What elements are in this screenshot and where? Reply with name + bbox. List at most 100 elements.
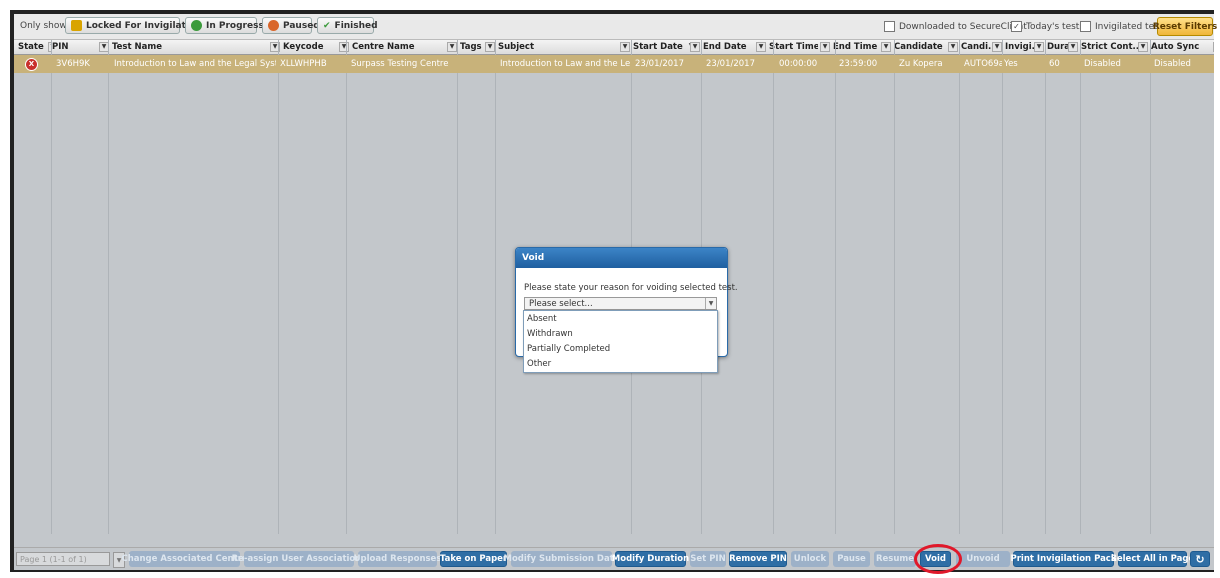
filter-in-progress-button[interactable]: In Progress bbox=[185, 17, 264, 34]
check-icon: ✔ bbox=[323, 20, 331, 31]
grid-divider bbox=[773, 40, 774, 534]
col-pin[interactable]: PIN bbox=[52, 40, 104, 54]
reset-filters-button[interactable]: Reset Filters bbox=[1153, 17, 1217, 36]
set-pin-button[interactable]: Set PIN bbox=[690, 551, 726, 567]
modify-date-button[interactable]: Modify Submission Date bbox=[503, 551, 620, 567]
filter-dropdown-icon[interactable]: ▼ bbox=[1068, 42, 1078, 52]
col-centre[interactable]: ▼ Centre Name bbox=[339, 40, 454, 54]
pause-button[interactable]: Pause bbox=[833, 551, 870, 567]
col-pin-label: PIN bbox=[52, 42, 69, 52]
pause-icon bbox=[268, 20, 279, 31]
filter-paused-button[interactable]: Paused bbox=[262, 17, 320, 34]
grid-divider bbox=[346, 40, 347, 534]
grid-divider bbox=[631, 40, 632, 534]
col-subject-label: Subject bbox=[498, 42, 535, 52]
todays-tests-checkbox-box[interactable]: ✓ bbox=[1011, 21, 1022, 32]
col-test-name[interactable]: ▼ Test Name bbox=[99, 40, 279, 54]
col-strict-label: Strict Cont... bbox=[1081, 42, 1138, 52]
col-invigilated-label: Invigi... bbox=[1005, 42, 1034, 52]
remove-pin-button[interactable]: Remove PIN bbox=[729, 551, 787, 567]
downloaded-checkbox-box[interactable] bbox=[884, 21, 895, 32]
grid-divider bbox=[894, 40, 895, 534]
grid-header: State▼ PIN ▼Test Name ▼Keycode ▼Centre N… bbox=[14, 40, 1214, 55]
grid-divider bbox=[835, 40, 836, 534]
select-all-in-page-button[interactable]: Select All in Page bbox=[1111, 551, 1194, 567]
col-subject[interactable]: ▼ Subject bbox=[485, 40, 620, 54]
filter-dropdown-icon[interactable]: ▼ bbox=[820, 42, 830, 52]
col-state-label: State bbox=[18, 42, 44, 52]
filter-dropdown-icon[interactable]: ▼ bbox=[485, 42, 495, 52]
play-icon bbox=[191, 20, 202, 31]
modify-duration-button[interactable]: Modify Duration bbox=[612, 551, 689, 567]
filter-dropdown-icon[interactable]: ▼ bbox=[992, 42, 1002, 52]
lock-users-icon bbox=[71, 20, 82, 31]
change-centre-button[interactable]: Change Associated Centre bbox=[121, 551, 248, 567]
test-name-cell: Introduction to Law and the Legal System… bbox=[114, 59, 276, 69]
filter-dropdown-icon[interactable]: ▼ bbox=[690, 42, 700, 52]
filter-paused-label: Paused bbox=[283, 20, 320, 31]
col-candidate[interactable]: ▼ Candidate bbox=[881, 40, 944, 54]
auto-sync-cell: Disabled bbox=[1154, 59, 1191, 69]
col-candidate-ref-label: Candi... bbox=[961, 42, 992, 52]
downloaded-label: Downloaded to SecureClient bbox=[899, 21, 1027, 32]
filter-dropdown-icon[interactable]: ▼ bbox=[620, 42, 630, 52]
take-on-paper-button[interactable]: Take on Paper bbox=[440, 551, 507, 567]
col-start-time[interactable]: ▼ Start Time bbox=[756, 40, 818, 54]
col-end-time[interactable]: ▼ End Time bbox=[820, 40, 878, 54]
void-button[interactable]: Void bbox=[920, 551, 951, 567]
keycode-cell: XLLWHPHB bbox=[280, 59, 327, 69]
pin-cell: 3V6H9K bbox=[56, 59, 91, 69]
refresh-icon[interactable]: ↻ bbox=[1190, 551, 1210, 567]
unvoid-button[interactable]: Unvoid bbox=[956, 551, 1010, 567]
todays-tests-label: Today's tests bbox=[1026, 21, 1085, 32]
resume-button[interactable]: Resume bbox=[874, 551, 916, 567]
filter-finished-label: Finished bbox=[334, 20, 378, 31]
filter-locked-button[interactable]: Locked For Invigilator bbox=[65, 17, 197, 34]
col-keycode-label: Keycode bbox=[283, 42, 324, 52]
col-tags[interactable]: ▼ Tags bbox=[447, 40, 487, 54]
col-invigilated[interactable]: ▼Invigi... bbox=[992, 40, 1034, 54]
start-time-cell: 00:00:00 bbox=[779, 59, 818, 69]
grid-divider bbox=[701, 40, 702, 534]
invigilated-checkbox-box[interactable] bbox=[1080, 21, 1091, 32]
col-candidate-ref[interactable]: ▼Candi... bbox=[948, 40, 992, 54]
col-state[interactable]: State▼ bbox=[18, 40, 52, 54]
col-keycode[interactable]: ▼ Keycode bbox=[270, 40, 340, 54]
grid-divider bbox=[495, 40, 496, 534]
table-row[interactable]: X 3V6H9K Introduction to Law and the Leg… bbox=[14, 55, 1214, 73]
grid-divider bbox=[959, 40, 960, 534]
grid-divider bbox=[1080, 40, 1081, 534]
filter-locked-label: Locked For Invigilator bbox=[86, 20, 197, 31]
print-invigilation-pack-button[interactable]: Print Invigilation Pack bbox=[1011, 551, 1117, 567]
reassign-button[interactable]: Re-assign User Associations bbox=[232, 551, 366, 567]
filter-dropdown-icon[interactable]: ▼ bbox=[1213, 42, 1214, 52]
grid-divider bbox=[108, 40, 109, 534]
invigilated-cell: Yes bbox=[1004, 59, 1018, 69]
col-strict[interactable]: ▼ Strict Cont... bbox=[1068, 40, 1138, 54]
filter-dropdown-icon[interactable]: ▼ bbox=[756, 42, 766, 52]
filter-dropdown-icon[interactable]: ▼ bbox=[881, 42, 891, 52]
col-test-name-label: Test Name bbox=[112, 42, 162, 52]
end-date-cell: 23/01/2017 bbox=[706, 59, 755, 69]
candidate-ref-cell: AUTO69a79 bbox=[964, 59, 1002, 69]
filter-dropdown-icon[interactable]: ▼ bbox=[447, 42, 457, 52]
filter-dropdown-icon[interactable]: ▼ bbox=[1138, 42, 1148, 52]
todays-tests-checkbox[interactable]: ✓ Today's tests bbox=[1011, 21, 1084, 32]
filter-dropdown-icon[interactable]: ▼ bbox=[1034, 42, 1044, 52]
pager-select[interactable]: Page 1 (1-1 of 1) bbox=[16, 552, 110, 566]
candidate-cell: Zu Kopera bbox=[899, 59, 943, 69]
filter-bar: Only show: Locked For Invigilator In Pro… bbox=[14, 14, 1217, 40]
col-start-time-label: Start Time bbox=[769, 42, 818, 52]
strict-cell: Disabled bbox=[1084, 59, 1121, 69]
downloaded-checkbox[interactable]: Downloaded to SecureClient bbox=[884, 21, 1027, 32]
upload-responses-button[interactable]: Upload Responses bbox=[354, 551, 441, 567]
filter-dropdown-icon[interactable]: ▼ bbox=[339, 42, 349, 52]
filter-finished-button[interactable]: ✔ Finished bbox=[317, 17, 378, 34]
grid-divider bbox=[1150, 40, 1151, 534]
filter-dropdown-icon[interactable]: ▼ bbox=[948, 42, 958, 52]
end-time-cell: 23:59:00 bbox=[839, 59, 878, 69]
col-duration[interactable]: ▼Dura... bbox=[1034, 40, 1068, 54]
col-tags-label: Tags bbox=[460, 42, 482, 52]
unlock-button[interactable]: Unlock bbox=[791, 551, 829, 567]
centre-cell: Surpass Testing Centre bbox=[351, 59, 449, 69]
